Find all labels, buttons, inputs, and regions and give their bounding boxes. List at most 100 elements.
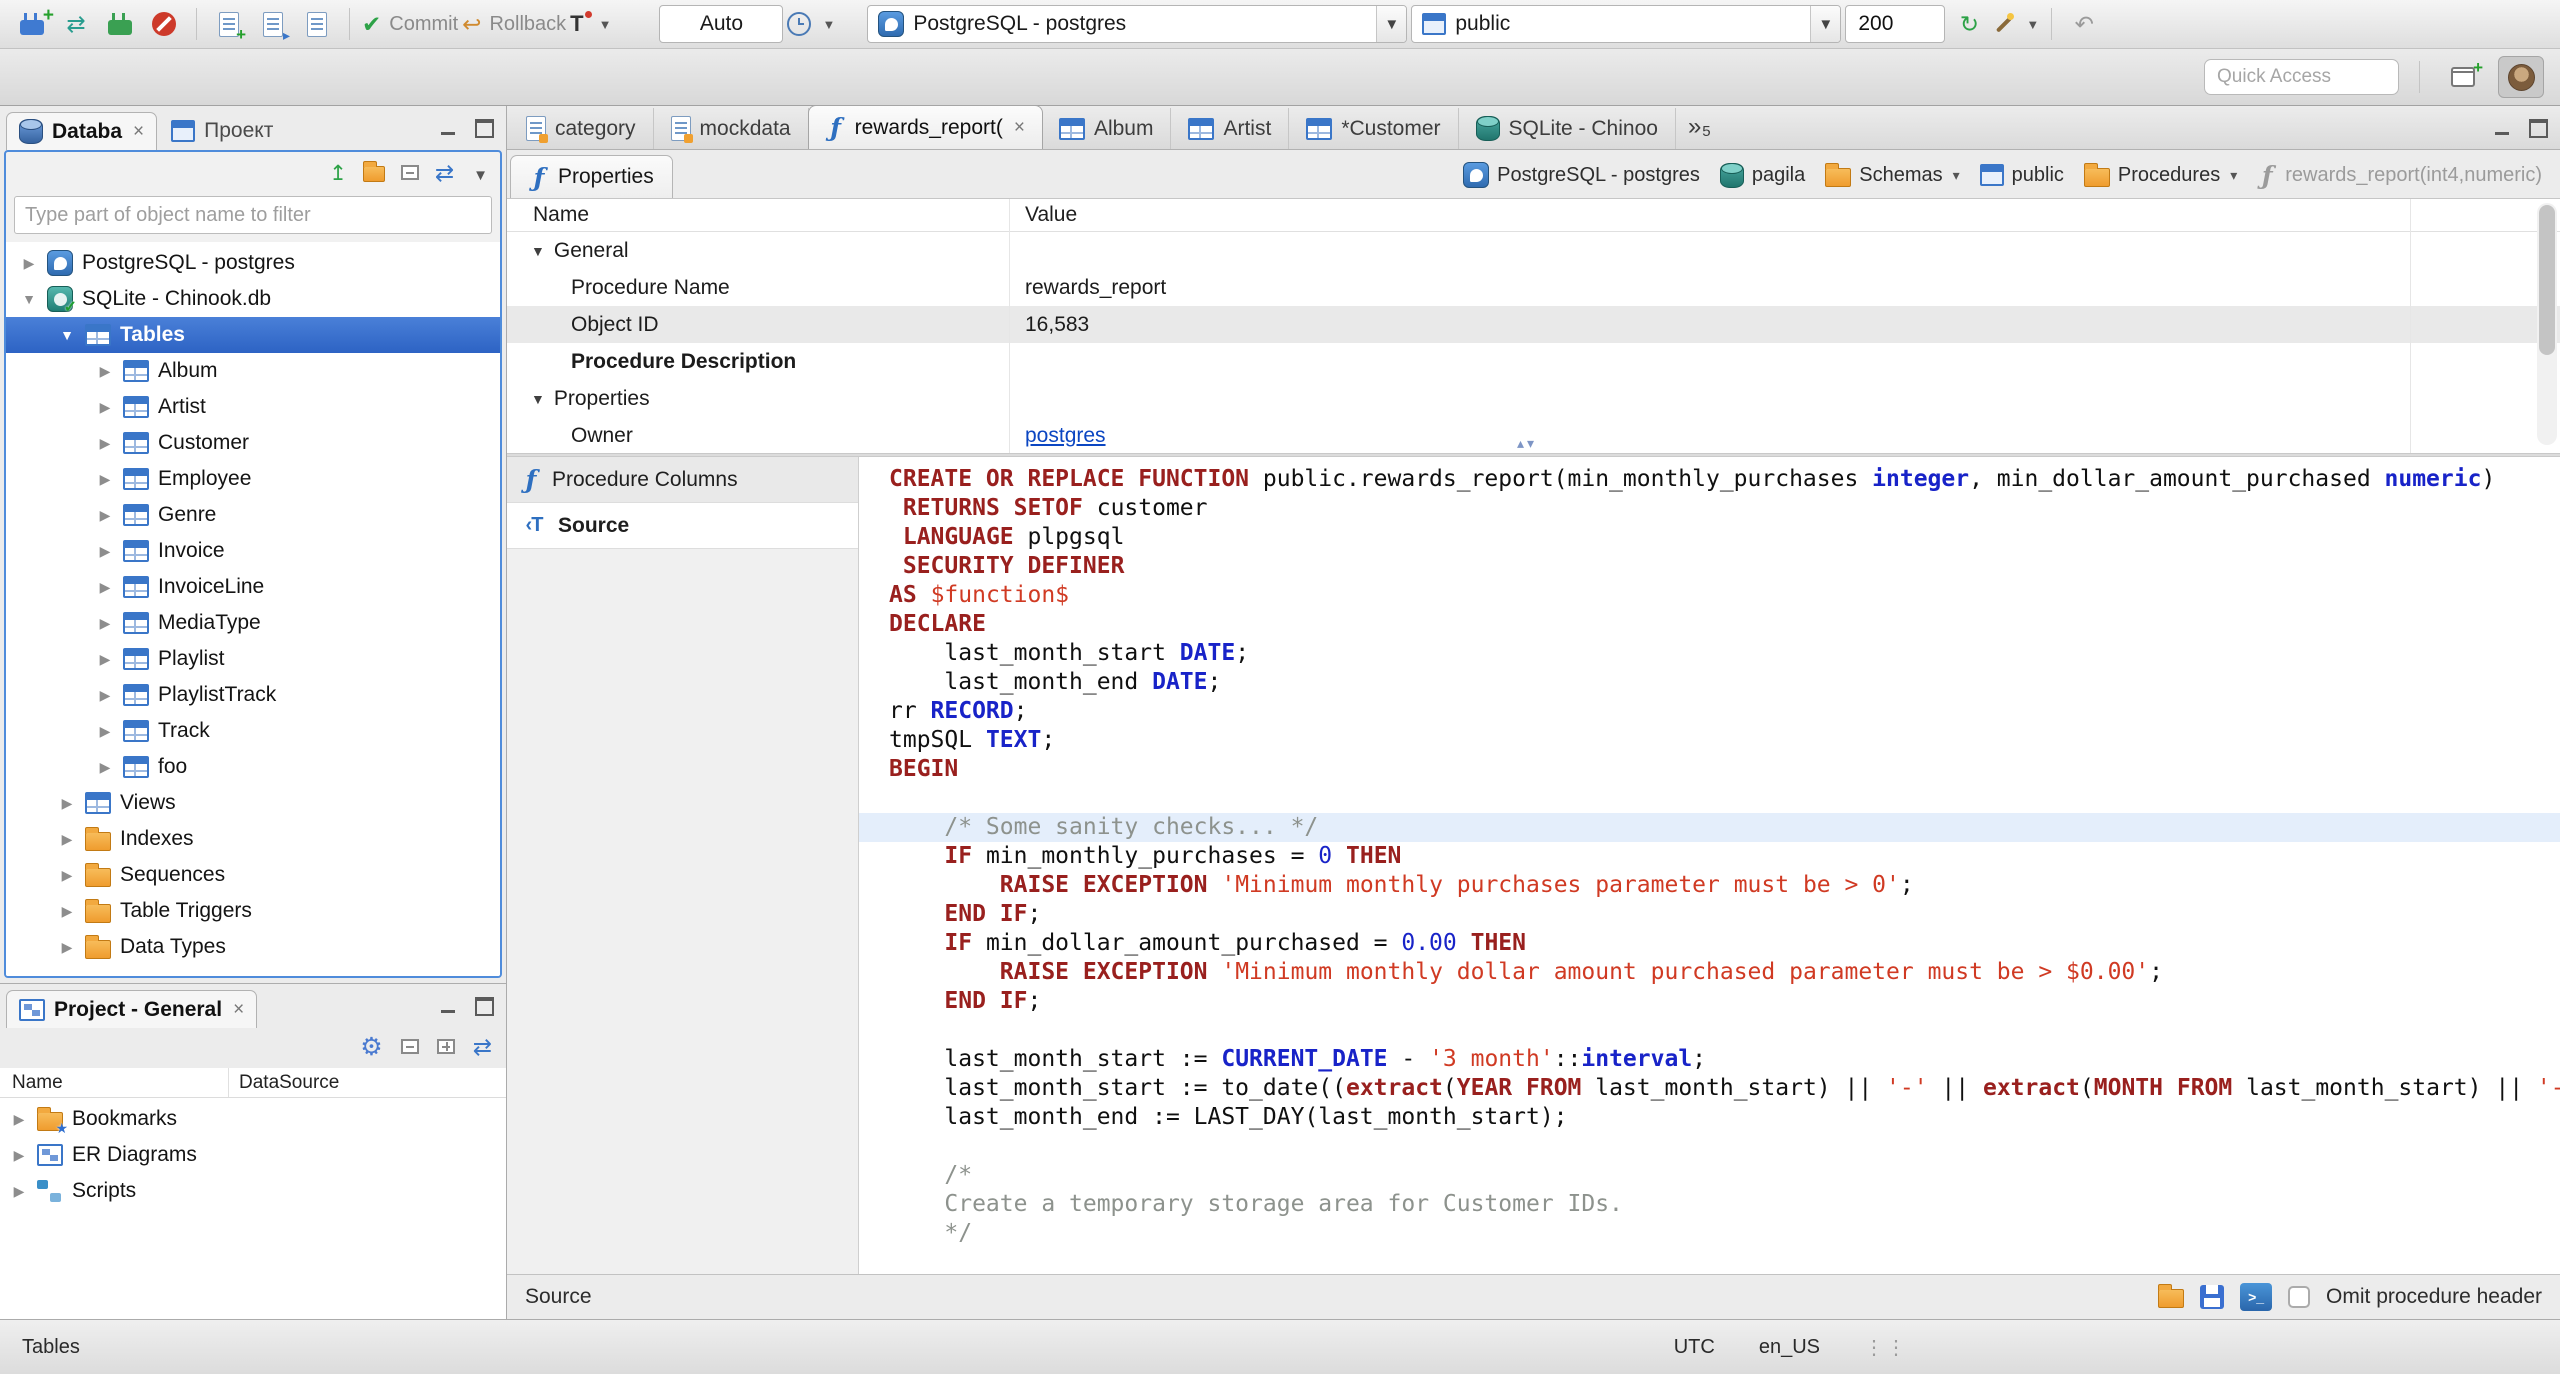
- tree-item-table-triggers[interactable]: ▶ Table Triggers: [6, 893, 500, 929]
- twisty-icon[interactable]: ▶: [96, 363, 114, 380]
- rollback-button[interactable]: ↩ Rollback: [462, 4, 566, 44]
- link-with-editor-button[interactable]: ⇄: [435, 161, 454, 187]
- twisty-icon[interactable]: ▶: [96, 579, 114, 596]
- commit-button[interactable]: ✔ Commit: [362, 4, 458, 44]
- column-header-value[interactable]: Value: [1009, 203, 1077, 227]
- twisty-icon[interactable]: ▼: [531, 391, 545, 407]
- new-folder-button[interactable]: [362, 160, 385, 188]
- twisty-icon[interactable]: ▶: [96, 651, 114, 668]
- twisty-icon[interactable]: ▼: [58, 327, 76, 343]
- grid-scrollbar[interactable]: [2537, 203, 2557, 445]
- tab-close-icon[interactable]: ×: [233, 999, 244, 1021]
- subtab-procedure-columns[interactable]: ƒ Procedure Columns: [507, 457, 858, 503]
- editor-tab-rewards-report[interactable]: ƒ rewards_report(×: [807, 105, 1043, 149]
- twisty-icon[interactable]: ▶: [96, 615, 114, 632]
- project-settings-button[interactable]: ⚙: [360, 1035, 382, 1061]
- new-sql-editor-button[interactable]: [209, 4, 249, 45]
- tab-database-navigator[interactable]: Databa ×: [6, 112, 158, 150]
- property-row-general[interactable]: ▼ General: [507, 232, 2560, 269]
- project-item-bookmarks[interactable]: ▶ Bookmarks: [0, 1101, 506, 1137]
- editor-tab-mockdata[interactable]: mockdata: [654, 108, 809, 149]
- breadcrumb-item-public[interactable]: public: [1979, 164, 2064, 187]
- twisty-icon[interactable]: ▶: [10, 1111, 28, 1128]
- project-item-er-diagrams[interactable]: ▶ ER Diagrams: [0, 1137, 506, 1173]
- tree-item-playlist[interactable]: ▶ Playlist: [6, 641, 500, 677]
- status-timezone[interactable]: UTC: [1674, 1336, 1715, 1359]
- twisty-icon[interactable]: ▶: [58, 795, 76, 812]
- breadcrumb-item-rewards-report-int4-numeric[interactable]: ƒ rewards_report(int4,numeric): [2257, 163, 2542, 188]
- collapse-all-button[interactable]: [400, 162, 419, 186]
- new-connection-button[interactable]: [12, 4, 54, 44]
- tree-item-customer[interactable]: ▶ Customer: [6, 425, 500, 461]
- editor-tab-customer[interactable]: *Customer: [1289, 108, 1459, 149]
- chevron-down-icon[interactable]: ▾: [2230, 167, 2237, 184]
- edit-connection-button[interactable]: [100, 4, 140, 44]
- collapse-all-button[interactable]: [400, 1036, 419, 1060]
- twisty-icon[interactable]: ▶: [10, 1147, 28, 1164]
- twisty-icon[interactable]: ▶: [58, 903, 76, 920]
- tree-item-employee[interactable]: ▶ Employee: [6, 461, 500, 497]
- tree-item-foo[interactable]: ▶ foo: [6, 749, 500, 785]
- fetch-size-input[interactable]: [1845, 5, 1946, 43]
- twisty-icon[interactable]: ▶: [58, 939, 76, 956]
- undo-button[interactable]: ↶: [2064, 4, 2104, 44]
- grid-resize-arrows[interactable]: ▴▾: [1517, 435, 1537, 452]
- expand-all-button[interactable]: [436, 1036, 455, 1060]
- tree-item-sqlite-chinook-db[interactable]: ▼ SQLite - Chinook.db: [6, 281, 500, 317]
- twisty-icon[interactable]: ▼: [20, 291, 38, 307]
- disconnect-button[interactable]: [144, 4, 184, 44]
- twisty-icon[interactable]: ▼: [531, 243, 545, 259]
- tab-project-general[interactable]: Project - General ×: [6, 990, 258, 1028]
- dbeaver-perspective-button[interactable]: [2498, 56, 2544, 98]
- object-filter-input[interactable]: [14, 196, 492, 234]
- maximize-view-button[interactable]: [472, 118, 496, 138]
- column-header-name[interactable]: Name: [0, 1068, 228, 1097]
- minimize-view-button[interactable]: [436, 118, 460, 138]
- tree-item-invoiceline[interactable]: ▶ InvoiceLine: [6, 569, 500, 605]
- tools-button[interactable]: ▼: [1993, 4, 2039, 44]
- owner-link[interactable]: postgres: [1025, 424, 1106, 447]
- editor-tab-sqlite-chinoo[interactable]: SQLite - Chinoo: [1459, 108, 1676, 149]
- tab-properties[interactable]: ƒ Properties: [510, 155, 673, 198]
- twisty-icon[interactable]: ▶: [96, 435, 114, 452]
- omit-header-checkbox[interactable]: [2288, 1286, 2311, 1308]
- transaction-mode-button[interactable]: T ▼: [570, 4, 611, 44]
- tree-item-postgresql-postgres[interactable]: ▶ PostgreSQL - postgres: [6, 245, 500, 281]
- tree-item-data-types[interactable]: ▶ Data Types: [6, 929, 500, 965]
- property-row-procedure-description[interactable]: Procedure Description: [507, 343, 2560, 380]
- transaction-log-button[interactable]: ▼: [787, 4, 835, 44]
- tree-item-album[interactable]: ▶ Album: [6, 353, 500, 389]
- breadcrumb-item-schemas[interactable]: Schemas ▾: [1825, 163, 1960, 187]
- twisty-icon[interactable]: ▶: [20, 255, 38, 272]
- twisty-icon[interactable]: ▶: [58, 831, 76, 848]
- tab-projects[interactable]: Проект: [159, 112, 285, 150]
- column-header-datasource[interactable]: DataSource: [228, 1068, 339, 1097]
- breadcrumb-item-postgresql-postgres[interactable]: PostgreSQL - postgres: [1463, 162, 1700, 188]
- tree-item-playlisttrack[interactable]: ▶ PlaylistTrack: [6, 677, 500, 713]
- link-with-editor-button[interactable]: ⇄: [473, 1035, 492, 1061]
- open-sql-script-button[interactable]: [253, 4, 293, 44]
- tree-item-tables[interactable]: ▼ Tables: [6, 317, 500, 353]
- twisty-icon[interactable]: ▶: [96, 723, 114, 740]
- twisty-icon[interactable]: ▶: [96, 759, 114, 776]
- connection-select[interactable]: PostgreSQL - postgres ▼: [867, 5, 1408, 43]
- autocommit-select[interactable]: Auto: [659, 5, 784, 43]
- tree-item-track[interactable]: ▶ Track: [6, 713, 500, 749]
- property-row-procedure-name[interactable]: Procedure Name rewards_report: [507, 269, 2560, 306]
- tab-close-icon[interactable]: ×: [133, 121, 144, 143]
- view-menu-button[interactable]: ▼: [470, 162, 488, 186]
- tree-item-sequences[interactable]: ▶ Sequences: [6, 857, 500, 893]
- tab-overflow-indicator[interactable]: » 5: [1688, 113, 1711, 141]
- connect-button[interactable]: ⇄: [56, 4, 96, 44]
- twisty-icon[interactable]: ▶: [96, 471, 114, 488]
- project-item-scripts[interactable]: ▶ Scripts: [0, 1173, 506, 1209]
- sync-with-editor-button[interactable]: ↥: [329, 162, 347, 186]
- tree-item-invoice[interactable]: ▶ Invoice: [6, 533, 500, 569]
- tree-item-views[interactable]: ▶ Views: [6, 785, 500, 821]
- twisty-icon[interactable]: ▶: [96, 399, 114, 416]
- save-icon[interactable]: [2200, 1285, 2225, 1309]
- open-file-icon[interactable]: [2158, 1283, 2185, 1308]
- twisty-icon[interactable]: ▶: [10, 1183, 28, 1200]
- property-row-object-id[interactable]: Object ID 16,583: [507, 306, 2560, 343]
- recent-sql-editor-button[interactable]: [297, 4, 337, 44]
